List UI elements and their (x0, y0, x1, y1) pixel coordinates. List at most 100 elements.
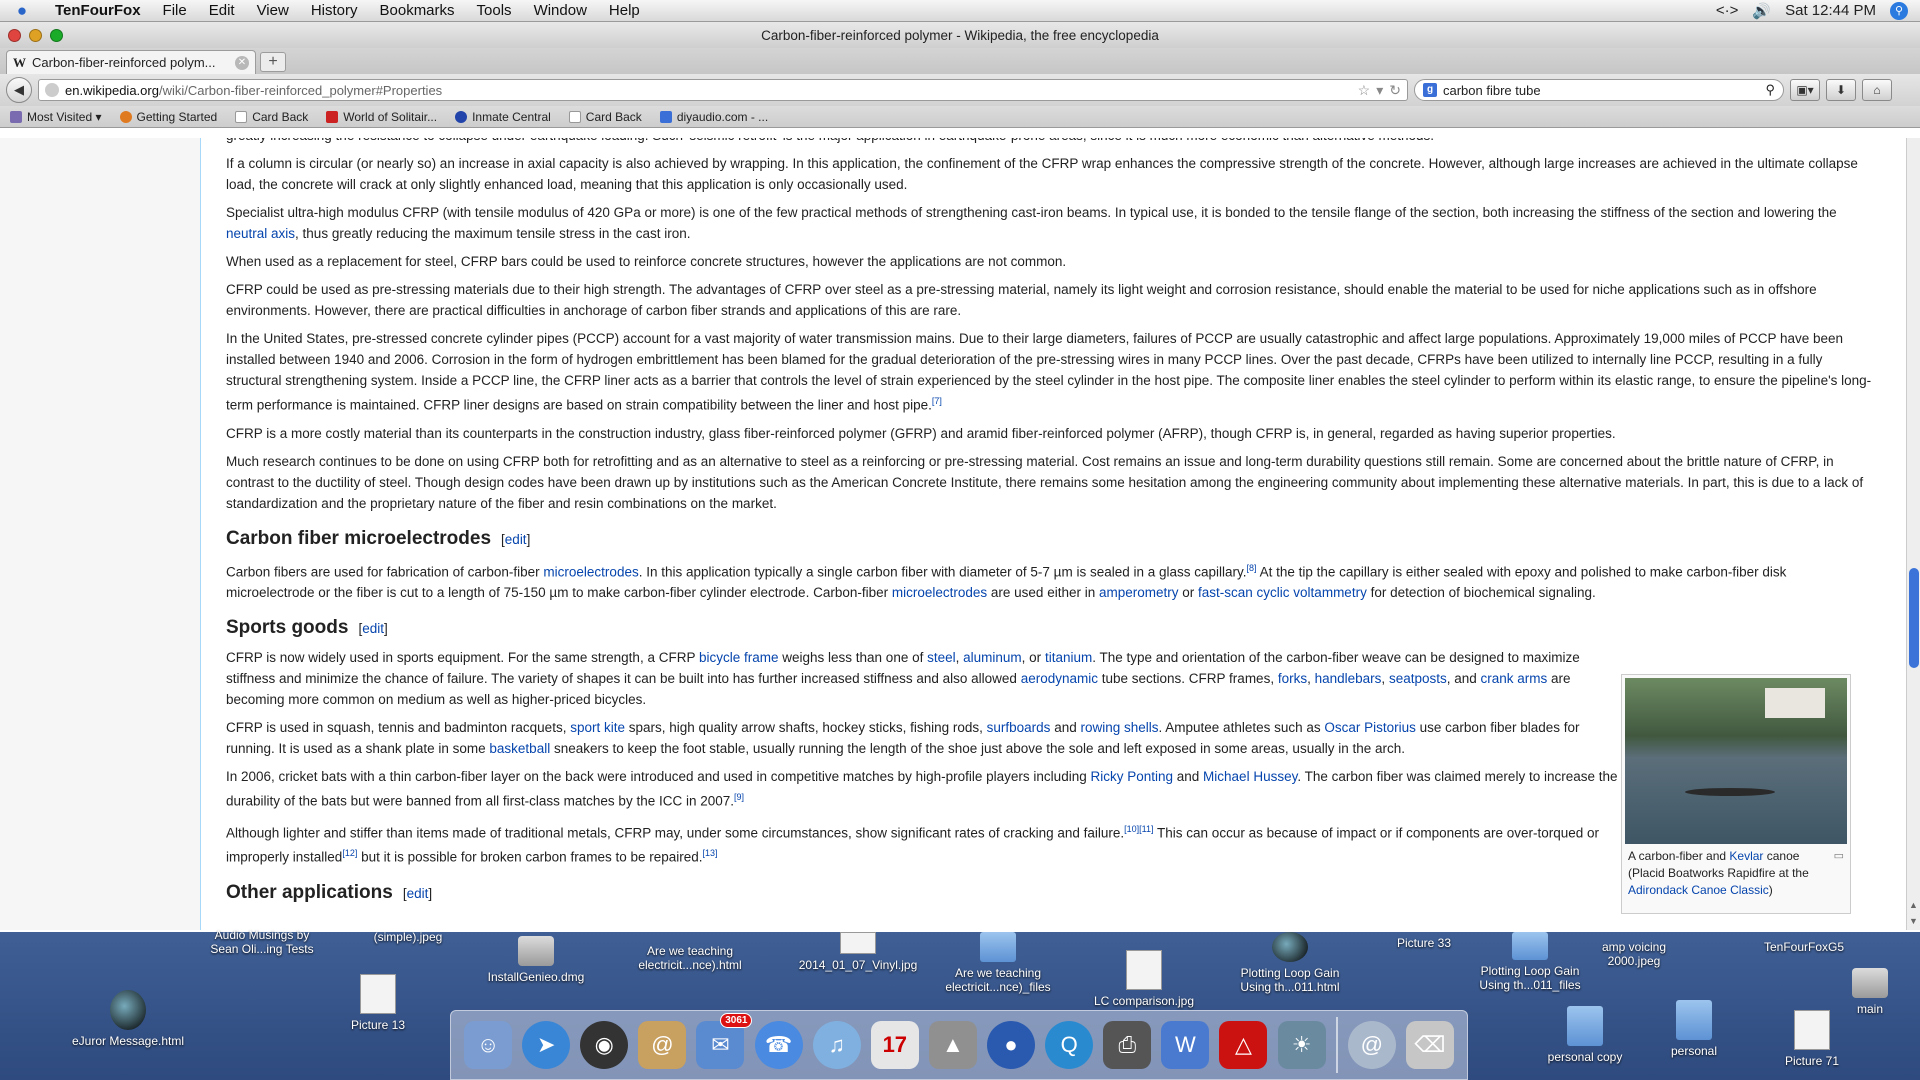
dashboard-icon[interactable]: ◉ (580, 1021, 629, 1069)
link-basketball[interactable]: basketball (489, 741, 550, 756)
url-bar[interactable]: en.wikipedia.org/wiki/Carbon-fiber-reinf… (38, 79, 1408, 101)
safari-icon[interactable]: ➤ (522, 1021, 571, 1069)
desktop-icon[interactable]: TenFourFoxG5 (1724, 940, 1884, 954)
volume-icon[interactable]: 🔊 (1752, 2, 1771, 20)
bookmark-card-back-2[interactable]: Card Back (568, 110, 642, 124)
citation-7[interactable]: [7] (932, 396, 942, 406)
link-neutral-axis[interactable]: neutral axis (226, 226, 295, 241)
desktop-icon[interactable]: Are we teaching electricit...nce)_files (918, 932, 1078, 994)
url-text[interactable]: en.wikipedia.org/wiki/Carbon-fiber-reinf… (65, 83, 1352, 98)
link-sport-kite[interactable]: sport kite (570, 720, 625, 735)
edit-section-link[interactable]: [edit] (403, 886, 432, 901)
desktop-icon[interactable]: eJuror Message.html (48, 990, 208, 1048)
link-michael-hussey[interactable]: Michael Hussey (1203, 769, 1297, 784)
citation-12[interactable]: [12] (342, 848, 357, 858)
menu-app-name[interactable]: TenFourFox (44, 2, 152, 19)
link-surfboards[interactable]: surfboards (987, 720, 1051, 735)
edit-link[interactable]: edit (362, 621, 384, 636)
search-bar[interactable]: g carbon fibre tube ⚲ (1414, 79, 1784, 101)
scroll-down-icon[interactable]: ▼ (1909, 916, 1918, 926)
mail-at-icon[interactable]: @ (1347, 1021, 1396, 1069)
bookmark-inmate-central[interactable]: Inmate Central (455, 110, 551, 124)
link-rowing-shells[interactable]: rowing shells (1080, 720, 1158, 735)
iphoto-icon[interactable]: ☀ (1277, 1021, 1326, 1069)
bookmark-star-icon[interactable]: ☆ (1358, 82, 1371, 99)
scroll-up-icon[interactable]: ▲ (1909, 900, 1918, 910)
bookmark-world-of-solitaire[interactable]: World of Solitair... (326, 110, 437, 124)
bookmark-most-visited[interactable]: Most Visited ▾ (10, 110, 102, 124)
desktop-icon[interactable]: InstallGenieo.dmg (456, 936, 616, 984)
printer-icon[interactable]: ⎙ (1103, 1021, 1152, 1069)
link-aluminum[interactable]: aluminum (963, 650, 1022, 665)
link-kevlar[interactable]: Kevlar (1729, 849, 1763, 863)
desktop-icon[interactable]: 2014_01_07_Vinyl.jpg (778, 932, 938, 972)
menu-window[interactable]: Window (523, 2, 598, 19)
menu-clock[interactable]: Sat 12:44 PM (1785, 2, 1876, 19)
menu-edit[interactable]: Edit (198, 2, 246, 19)
quicktime-icon[interactable]: Q (1045, 1021, 1094, 1069)
address-book-icon[interactable]: @ (638, 1021, 687, 1069)
trash-icon[interactable]: ⌫ (1405, 1021, 1454, 1069)
finder-icon[interactable]: ☺ (464, 1021, 513, 1069)
site-identity-icon[interactable] (45, 83, 59, 97)
ical-icon[interactable]: 17 (870, 1021, 919, 1069)
link-microelectrodes[interactable]: microelectrodes (543, 564, 638, 579)
ichat-icon[interactable]: ☎ (754, 1021, 803, 1069)
window-minimize-button[interactable] (29, 28, 42, 42)
scrollbar-thumb[interactable] (1909, 568, 1919, 668)
link-fast-scan-cyclic-voltammetry[interactable]: fast-scan cyclic voltammetry (1198, 585, 1367, 600)
desktop-icon[interactable]: LC comparison.jpg (1064, 950, 1224, 1008)
acrobat-icon[interactable]: △ (1219, 1021, 1268, 1069)
edit-section-link[interactable]: [edit] (501, 532, 530, 547)
itunes-icon[interactable]: ♫ (812, 1021, 861, 1069)
link-amperometry[interactable]: amperometry (1099, 585, 1179, 600)
edit-link[interactable]: edit (407, 886, 429, 901)
desktop-icon[interactable]: main (1790, 968, 1920, 1016)
word-icon[interactable]: W (1161, 1021, 1210, 1069)
edit-section-link[interactable]: [edit] (358, 621, 387, 636)
new-tab-button[interactable]: + (260, 52, 286, 72)
citation-10-11[interactable]: [10][11] (1124, 824, 1153, 834)
citation-8[interactable]: [8] (1247, 563, 1257, 573)
spotlight-icon[interactable]: ⚲ (1890, 1, 1908, 20)
back-button[interactable]: ◀ (6, 77, 32, 103)
link-bicycle-frame[interactable]: bicycle frame (699, 650, 779, 665)
citation-9[interactable]: [9] (734, 792, 744, 802)
link-steel[interactable]: steel (927, 650, 956, 665)
search-magnifier-icon[interactable]: ⚲ (1765, 82, 1775, 98)
menu-view[interactable]: View (246, 2, 300, 19)
link-handlebars[interactable]: handlebars (1315, 671, 1382, 686)
downloads-button[interactable]: ⬇ (1826, 79, 1856, 101)
home-button[interactable]: ⌂ (1862, 79, 1892, 101)
link-crank-arms[interactable]: crank arms (1481, 671, 1548, 686)
apple-icon[interactable]: ● (0, 1, 44, 21)
vertical-scrollbar[interactable]: ▲ ▼ (1906, 138, 1920, 930)
desktop-icon[interactable]: Picture 13 (298, 974, 458, 1032)
link-aerodynamic[interactable]: aerodynamic (1021, 671, 1098, 686)
code-extra-icon[interactable]: <·> (1716, 2, 1739, 19)
link-ricky-ponting[interactable]: Ricky Ponting (1090, 769, 1173, 784)
link-microelectrodes-2[interactable]: microelectrodes (892, 585, 987, 600)
link-oscar-pistorius[interactable]: Oscar Pistorius (1324, 720, 1416, 735)
desktop-icon[interactable]: amp voicing 2000.jpeg (1554, 940, 1714, 968)
desktop-icon[interactable]: Picture 71 (1732, 1010, 1892, 1068)
link-titanium[interactable]: titanium (1045, 650, 1092, 665)
tab-close-icon[interactable]: ✕ (235, 55, 249, 70)
link-seatposts[interactable]: seatposts (1389, 671, 1447, 686)
menu-help[interactable]: Help (598, 2, 651, 19)
history-dropdown-icon[interactable]: ▾ (1376, 82, 1383, 99)
menu-file[interactable]: File (152, 2, 198, 19)
bookmark-card-back[interactable]: Card Back (235, 110, 308, 124)
enlarge-icon[interactable]: ▭ (1834, 848, 1844, 865)
search-input[interactable]: carbon fibre tube (1443, 83, 1759, 98)
window-close-button[interactable] (8, 28, 21, 42)
edit-link[interactable]: edit (505, 532, 527, 547)
canoe-photo[interactable] (1625, 678, 1847, 844)
bookmark-getting-started[interactable]: Getting Started (119, 110, 217, 124)
screenshot-menu-button[interactable]: ▣▾ (1790, 79, 1820, 101)
tenfourfox-icon[interactable]: ● (987, 1021, 1036, 1069)
bookmark-diyaudio[interactable]: diyaudio.com - ... (659, 110, 768, 124)
google-search-engine-icon[interactable]: g (1423, 83, 1437, 97)
preview-icon[interactable]: ▲ (928, 1021, 977, 1069)
reload-icon[interactable]: ↻ (1389, 82, 1401, 99)
